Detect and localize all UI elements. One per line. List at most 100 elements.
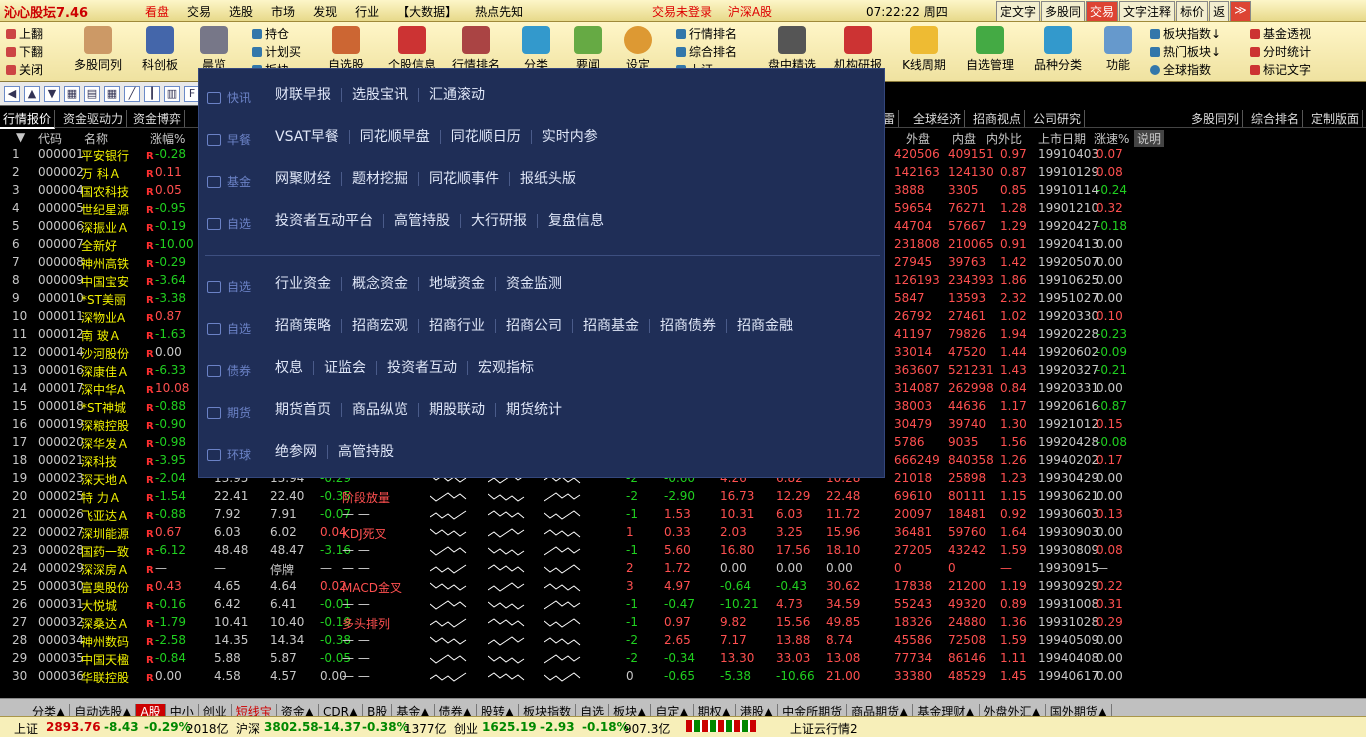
kline-icon[interactable]: ┃ bbox=[144, 85, 160, 102]
tab-overall-rank[interactable]: 综合排名 bbox=[1248, 110, 1304, 127]
morning-view-button[interactable]: 晨览 bbox=[196, 26, 232, 73]
menu-link[interactable]: 权息 bbox=[275, 361, 314, 375]
market-tab[interactable]: 短线宝 bbox=[232, 704, 277, 716]
headlines-button[interactable]: 要闻 bbox=[568, 26, 608, 73]
chart-icon[interactable]: ▥ bbox=[164, 85, 180, 102]
menu-link[interactable]: 复盘信息 bbox=[538, 214, 614, 228]
menu-item[interactable]: 看盘 bbox=[136, 3, 178, 20]
market-tab[interactable]: 股转▲ bbox=[477, 704, 520, 716]
market-tab[interactable]: 商品期货▲ bbox=[847, 704, 914, 716]
research-button[interactable]: 机构研报 bbox=[832, 26, 884, 73]
market-tab[interactable]: 中小 bbox=[166, 704, 199, 716]
category-button[interactable]: 分类 bbox=[518, 26, 554, 73]
table-icon[interactable]: ▦ bbox=[64, 85, 80, 102]
table-row[interactable]: 23 000028 国药一致 R -6.12 48.48 48.47 -3.16— — -1 5.… bbox=[0, 542, 1366, 560]
trade-login-status[interactable]: 交易未登录 bbox=[652, 5, 712, 19]
stock-info-button[interactable]: 个股信息 bbox=[386, 26, 438, 73]
tab-global-economy[interactable]: 全球经济 bbox=[910, 110, 966, 127]
menu-link[interactable]: 行业资金 bbox=[275, 277, 342, 291]
menu-link[interactable]: 期货统计 bbox=[496, 403, 572, 417]
menu-link[interactable]: 投资者互动平台 bbox=[275, 214, 384, 228]
down-icon[interactable]: ▼ bbox=[44, 85, 60, 102]
menu-link[interactable]: 同花顺事件 bbox=[419, 172, 510, 186]
menu-link[interactable]: 汇通滚动 bbox=[419, 88, 495, 102]
col-change[interactable]: 涨幅% bbox=[150, 130, 185, 147]
multi-stock-button[interactable]: 多股同列 bbox=[72, 26, 124, 73]
settings-button[interactable]: 设定 bbox=[620, 26, 656, 73]
market-rank-link[interactable]: 行情排名 bbox=[676, 25, 737, 43]
market-tab[interactable]: 自选 bbox=[576, 704, 610, 716]
close-button[interactable]: 关闭 bbox=[6, 61, 43, 79]
star-market-button[interactable]: 科创板 bbox=[140, 26, 180, 73]
menu-link[interactable]: 同花顺早盘 bbox=[350, 130, 441, 144]
menu-link[interactable]: 概念资金 bbox=[342, 277, 419, 291]
menu-item[interactable]: 发现 bbox=[304, 3, 346, 20]
table-row[interactable]: 30 000036 华联控股 R 0.00 4.58 4.57 0.00— —0 -0.65 -5… bbox=[0, 668, 1366, 686]
col-outside[interactable]: 外盘 bbox=[906, 130, 930, 147]
tab-cmb-view[interactable]: 招商视点 bbox=[970, 110, 1026, 127]
menu-link[interactable]: 高管持股 bbox=[328, 445, 404, 459]
menu-link[interactable]: 地域资金 bbox=[419, 277, 496, 291]
table-row[interactable]: 28 000034 神州数码 R -2.58 14.35 14.34 -0.38— — -2 2.… bbox=[0, 632, 1366, 650]
market-tab[interactable]: 自动选股▲ bbox=[70, 704, 137, 716]
plan-buy-button[interactable]: 计划买 bbox=[252, 43, 301, 61]
market-tab[interactable]: A股 bbox=[136, 704, 166, 716]
col-speed[interactable]: 涨速% bbox=[1094, 130, 1129, 147]
menu-link[interactable]: 招商基金 bbox=[573, 319, 650, 333]
market-tab[interactable]: 港股▲ bbox=[736, 704, 779, 716]
col-note[interactable]: 说明 bbox=[1134, 130, 1165, 147]
table-row[interactable]: 21 000026 飞亚达Ａ R -0.88 7.92 7.91 -0.07— — -1 1.53… bbox=[0, 506, 1366, 524]
market-tab[interactable]: 资金▲ bbox=[277, 704, 319, 716]
tab-company-research[interactable]: 公司研究 bbox=[1030, 110, 1086, 127]
title-button[interactable]: 多股同 bbox=[1041, 1, 1086, 21]
market-tab[interactable]: 基金理财▲ bbox=[913, 704, 980, 716]
menu-link[interactable]: 高管持股 bbox=[384, 214, 461, 228]
market-tab[interactable]: 中金所期货 bbox=[778, 704, 848, 716]
menu-link[interactable]: 财联早报 bbox=[275, 88, 342, 102]
menu-link[interactable]: 题材挖掘 bbox=[342, 172, 419, 186]
intraday-picks-button[interactable]: 盘中精选 bbox=[766, 26, 818, 73]
menu-link[interactable]: 招商债券 bbox=[650, 319, 727, 333]
market-tab[interactable]: 分类▲ bbox=[28, 704, 71, 716]
table-row[interactable]: 27 000032 深桑达Ａ R -1.79 10.41 10.40 -0.19 多头排列 -1 0… bbox=[0, 614, 1366, 632]
menu-link[interactable]: 资金监测 bbox=[496, 277, 572, 291]
table-row[interactable]: 25 000030 富奥股份 R 0.43 4.65 4.64 0.02 MACD金叉 3 4.97… bbox=[0, 578, 1366, 596]
table-row[interactable]: 20 000025 特 力Ａ R -1.54 22.41 22.40 -0.35 阶段放量 -2-… bbox=[0, 488, 1366, 506]
title-button[interactable]: 文字注释 bbox=[1119, 1, 1176, 21]
menu-item[interactable]: 市场 bbox=[262, 3, 304, 20]
menu-link[interactable]: 招商宏观 bbox=[342, 319, 419, 333]
menu-link[interactable]: 证监会 bbox=[314, 361, 377, 375]
tab-capital-game[interactable]: 资金博弈 bbox=[130, 110, 186, 127]
market-tab[interactable]: CDR▲ bbox=[319, 704, 364, 716]
menu-link[interactable]: 期股联动 bbox=[419, 403, 496, 417]
col-code[interactable]: 代码 bbox=[38, 130, 62, 147]
col-name[interactable]: 名称 bbox=[84, 130, 108, 147]
menu-link[interactable]: 招商金融 bbox=[727, 319, 803, 333]
global-index-button[interactable]: 全球指数 bbox=[1150, 61, 1221, 79]
menu-link[interactable]: 期货首页 bbox=[275, 403, 342, 417]
menu-link[interactable]: 大行研报 bbox=[461, 214, 538, 228]
list-icon[interactable]: ▤ bbox=[84, 85, 100, 102]
menu-link[interactable]: 同花顺日历 bbox=[441, 130, 532, 144]
market-tab[interactable]: 创业 bbox=[199, 704, 232, 716]
table-row[interactable]: 26 000031 大悦城 R -0.16 6.42 6.41 -0.01— — -1 -0.47… bbox=[0, 596, 1366, 614]
menu-item[interactable]: 行业 bbox=[346, 3, 388, 20]
kline-period-button[interactable]: K线周期 bbox=[900, 26, 948, 73]
market-tab[interactable]: 自定▲ bbox=[651, 704, 694, 716]
menu-link[interactable]: 宏观指标 bbox=[468, 361, 544, 375]
back-icon[interactable]: ◀ bbox=[4, 85, 20, 102]
menu-item[interactable]: 交易 bbox=[178, 3, 220, 20]
table-row[interactable]: 24 000029 深深房Ａ R — — 停牌 — — —2 1.72 0.00 0.00 0.00 0 0… bbox=[0, 560, 1366, 578]
market-rank-button[interactable]: 行情排名 bbox=[450, 26, 502, 73]
tab-quotes[interactable]: 行情报价 bbox=[0, 110, 56, 129]
cloud-status[interactable]: 上证云行情2 bbox=[790, 720, 858, 737]
market-tab[interactable]: B股 bbox=[363, 704, 393, 716]
title-button[interactable]: 定文字 bbox=[996, 1, 1041, 21]
watchlist-manage-button[interactable]: 自选管理 bbox=[962, 26, 1018, 73]
menu-link[interactable]: 网聚财经 bbox=[275, 172, 342, 186]
function-button[interactable]: 功能 bbox=[1100, 26, 1136, 73]
menu-link[interactable]: VSAT早餐 bbox=[275, 130, 350, 144]
page-down-button[interactable]: 下翻 bbox=[6, 43, 43, 61]
title-button[interactable]: 交易 bbox=[1086, 1, 1119, 21]
market-tab[interactable]: 期权▲ bbox=[694, 704, 736, 716]
